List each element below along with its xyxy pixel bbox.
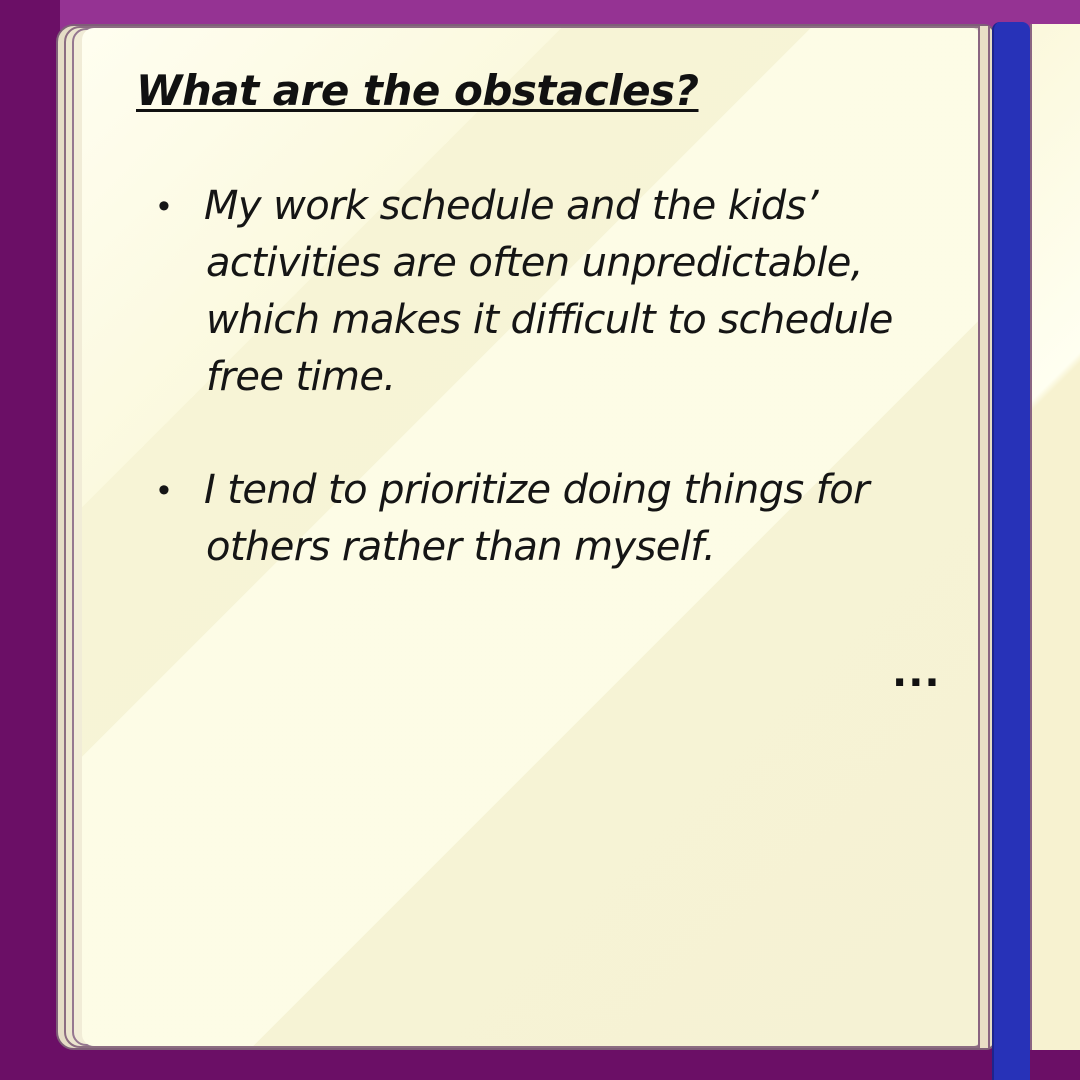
bullet-icon: • bbox=[158, 186, 170, 227]
page-content: What are the obstacles? • My work schedu… bbox=[136, 66, 956, 632]
obstacle-list: • My work schedule and the kids’ activit… bbox=[158, 178, 956, 576]
adjacent-page bbox=[1030, 24, 1080, 1050]
page-edge bbox=[978, 26, 990, 1048]
bookmark-ribbon bbox=[992, 22, 1030, 1080]
continuation-mark: ... bbox=[892, 650, 941, 696]
obstacle-text: My work schedule and the kids’ activitie… bbox=[204, 183, 893, 401]
bullet-icon: • bbox=[158, 470, 170, 511]
page-title: What are the obstacles? bbox=[136, 66, 699, 115]
list-item: • My work schedule and the kids’ activit… bbox=[158, 178, 956, 406]
list-item: • I tend to prioritize doing things for … bbox=[158, 462, 956, 576]
obstacle-text: I tend to prioritize doing things for ot… bbox=[204, 467, 870, 571]
